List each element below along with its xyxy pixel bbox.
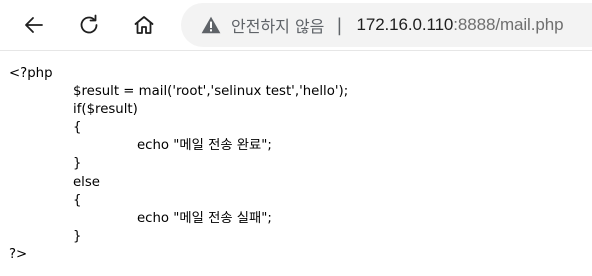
address-bar[interactable]: 안전하지 않음 | 172.16.0.110:8888/mail.php: [181, 3, 592, 47]
code-line: if($result): [73, 102, 138, 118]
code-line: <?php: [9, 66, 53, 81]
code-line: {: [73, 120, 82, 136]
reload-button[interactable]: [71, 7, 107, 43]
code-line: else: [73, 174, 100, 190]
code-line: }: [73, 228, 82, 244]
code-line: echo "메일 전송 완료";: [137, 138, 272, 154]
browser-toolbar: 안전하지 않음 | 172.16.0.110:8888/mail.php: [0, 0, 592, 51]
home-icon: [134, 16, 154, 34]
page-content: <?php $result = mail('root','selinux test…: [0, 51, 592, 276]
code-line: }: [73, 156, 82, 172]
url-path: :8888/mail.php: [453, 15, 564, 34]
code-line: $result = mail('root','selinux test','he…: [73, 84, 349, 100]
back-button[interactable]: [16, 7, 52, 43]
url-text[interactable]: 172.16.0.110:8888/mail.php: [356, 15, 563, 35]
warning-triangle-icon[interactable]: [201, 15, 221, 35]
security-status-label[interactable]: 안전하지 않음: [231, 13, 324, 37]
home-button[interactable]: [126, 7, 162, 43]
code-line: echo "메일 전송 실패";: [137, 210, 272, 226]
arrow-left-icon: [25, 17, 43, 33]
code-line: {: [73, 192, 82, 208]
code-line: ?>: [9, 246, 28, 262]
url-host: 172.16.0.110: [356, 15, 454, 34]
reload-icon: [80, 14, 98, 34]
php-source-text: <?php $result = mail('root','selinux test…: [9, 65, 348, 264]
address-separator: |: [336, 14, 343, 36]
